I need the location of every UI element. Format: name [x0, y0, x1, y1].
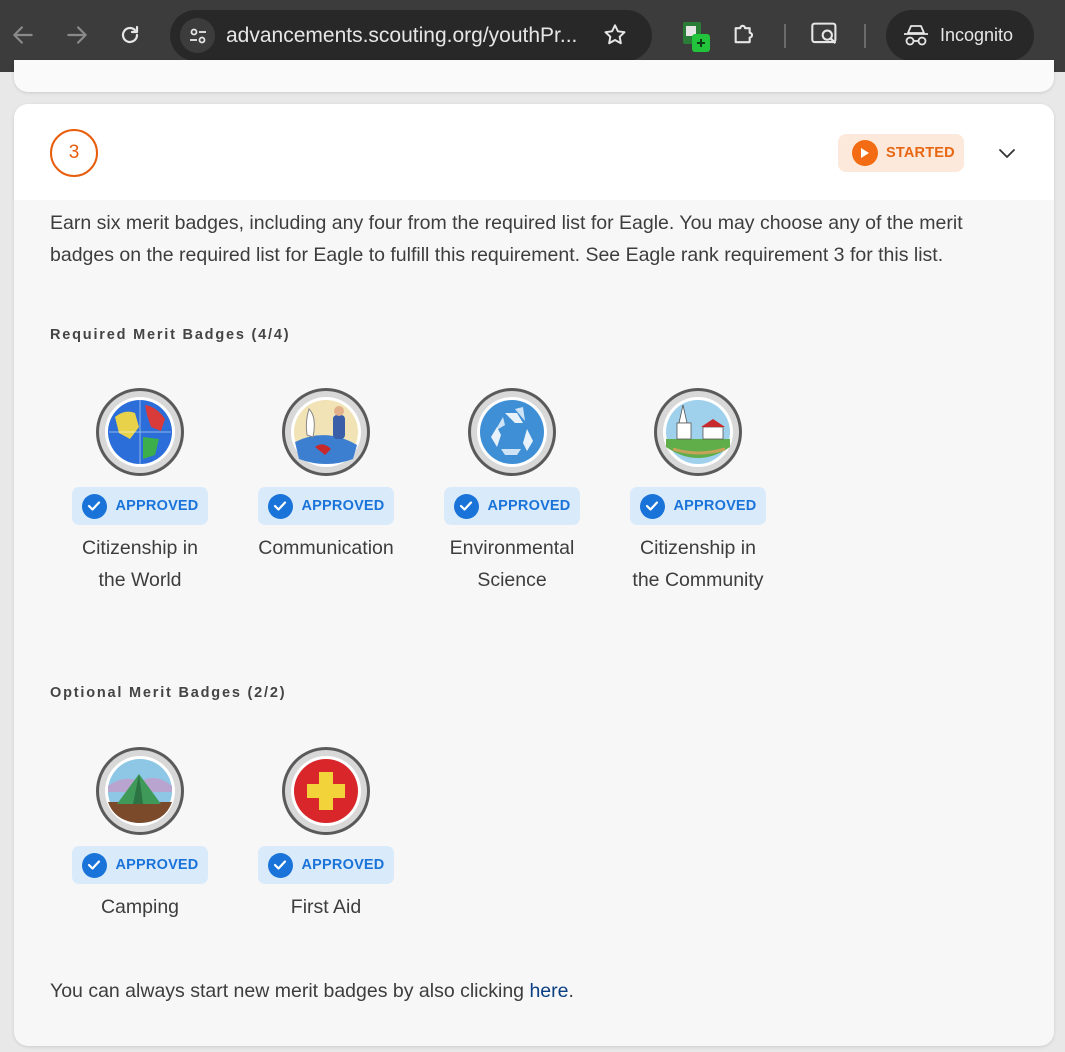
- approved-label: APPROVED: [673, 498, 757, 514]
- check-icon: [81, 493, 107, 519]
- approved-label: APPROVED: [115, 498, 199, 514]
- check-icon: [267, 493, 293, 519]
- expand-toggle[interactable]: [996, 142, 1018, 169]
- town-badge-icon: [654, 388, 742, 476]
- back-button[interactable]: [8, 20, 38, 50]
- badge-name[interactable]: Citizenship in the World: [60, 533, 220, 596]
- footer-note: You can always start new merit badges by…: [50, 980, 574, 1003]
- badge-first-aid[interactable]: APPROVED First Aid: [246, 746, 406, 924]
- previous-requirement-card: [14, 60, 1054, 92]
- badge-camping[interactable]: APPROVED Camping: [60, 746, 220, 924]
- extension-button[interactable]: [680, 20, 712, 59]
- incognito-label: Incognito: [940, 25, 1014, 45]
- footer-text: You can always start new merit badges by…: [50, 980, 530, 1002]
- badge-name[interactable]: First Aid: [246, 892, 406, 924]
- badge-name[interactable]: Citizenship in the Community: [618, 533, 778, 596]
- tent-badge-icon: [96, 747, 184, 835]
- badge-environmental-science[interactable]: APPROVED Environmental Science: [432, 387, 592, 596]
- requirement-number: 3: [50, 129, 98, 177]
- extension-document-icon: [683, 22, 710, 52]
- extensions-menu-button[interactable]: [731, 20, 759, 53]
- site-info-button[interactable]: [180, 18, 215, 53]
- required-badges-heading: Required Merit Badges (4/4): [50, 327, 291, 343]
- optional-badges-heading: Optional Merit Badges (2/2): [50, 685, 287, 701]
- puzzle-icon: [734, 24, 754, 44]
- badge-citizenship-world[interactable]: APPROVED Citizenship in the World: [60, 387, 220, 596]
- forward-arrow-icon: [67, 26, 87, 44]
- approved-badge: APPROVED: [258, 846, 394, 884]
- requirement-description: Earn six merit badges, including any fou…: [50, 212, 963, 266]
- approved-label: APPROVED: [301, 857, 385, 873]
- approved-badge: APPROVED: [444, 487, 580, 525]
- badge-citizenship-community[interactable]: APPROVED Citizenship in the Community: [618, 387, 778, 596]
- status-badge: STARTED: [838, 134, 964, 172]
- star-icon: [604, 24, 626, 45]
- requirement-header[interactable]: 3 STARTED: [14, 104, 1054, 200]
- badge-name[interactable]: Communication: [246, 533, 406, 565]
- check-icon: [267, 852, 293, 878]
- approved-badge: APPROVED: [258, 487, 394, 525]
- communication-badge-icon: [282, 388, 370, 476]
- first-aid-badge-icon: [282, 747, 370, 835]
- badge-communication[interactable]: APPROVED Communication: [246, 387, 406, 565]
- badge-name[interactable]: Camping: [60, 892, 220, 924]
- screen-search-icon: [811, 22, 837, 45]
- check-icon: [81, 852, 107, 878]
- start-merit-badge-link[interactable]: here: [529, 980, 568, 1002]
- approved-label: APPROVED: [301, 498, 385, 514]
- approved-label: APPROVED: [487, 498, 571, 514]
- requirement-card: 3 STARTED Earn six merit badges, includi…: [14, 104, 1054, 1046]
- back-arrow-icon: [13, 26, 33, 44]
- check-icon: [639, 493, 665, 519]
- lens-button[interactable]: [810, 20, 840, 53]
- footer-suffix: .: [568, 980, 574, 1002]
- toolbar-divider: [784, 24, 786, 48]
- forward-button[interactable]: [62, 20, 92, 50]
- approved-badge: APPROVED: [630, 487, 766, 525]
- play-icon: [852, 140, 878, 166]
- tune-icon: [189, 28, 206, 43]
- badge-name[interactable]: Environmental Science: [432, 533, 592, 596]
- bookmark-button[interactable]: [602, 22, 628, 53]
- reload-button[interactable]: [115, 20, 145, 50]
- status-label: STARTED: [886, 145, 955, 161]
- chevron-down-icon: [999, 149, 1015, 158]
- toolbar-divider: [864, 24, 866, 48]
- approved-label: APPROVED: [115, 857, 199, 873]
- globe-badge-icon: [96, 388, 184, 476]
- check-icon: [453, 493, 479, 519]
- approved-badge: APPROVED: [72, 846, 208, 884]
- incognito-indicator[interactable]: Incognito: [886, 10, 1034, 61]
- reload-icon: [121, 25, 139, 44]
- incognito-icon: [904, 25, 928, 46]
- recycle-badge-icon: [468, 388, 556, 476]
- address-bar[interactable]: advancements.scouting.org/youthPr...: [170, 10, 652, 61]
- approved-badge: APPROVED: [72, 487, 208, 525]
- url-text[interactable]: advancements.scouting.org/youthPr...: [226, 24, 577, 48]
